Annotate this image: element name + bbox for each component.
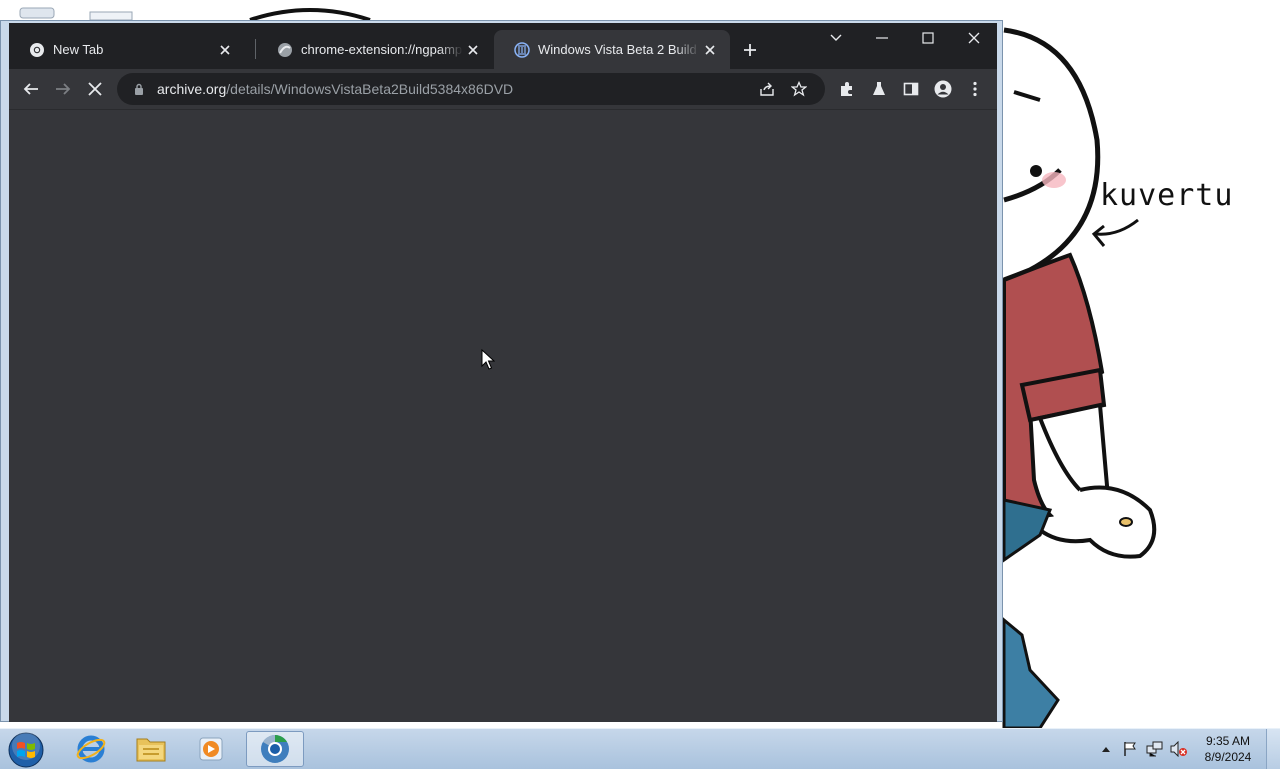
tab-close-icon[interactable] (700, 40, 720, 60)
show-desktop-button[interactable] (1266, 729, 1280, 769)
internet-explorer-icon (76, 735, 106, 763)
stop-loading-button[interactable] (79, 73, 111, 105)
tab-search-button[interactable] (813, 23, 859, 53)
side-panel-button[interactable] (895, 73, 927, 105)
close-icon (88, 82, 102, 96)
chevron-down-icon (830, 34, 842, 41)
volume-tray[interactable] (1168, 729, 1190, 769)
extensions-button[interactable] (831, 73, 863, 105)
browser-window: New Tab chrome-extension://ngpampappnmep… (0, 20, 1003, 722)
show-hidden-icons-button[interactable] (1100, 729, 1112, 769)
more-vert-icon (973, 81, 977, 97)
page-content[interactable] (9, 109, 997, 722)
tab-title: chrome-extension://ngpampappnmepgilojfoh… (301, 42, 463, 57)
share-icon[interactable] (751, 73, 783, 105)
chrome-icon (29, 42, 45, 58)
volume-muted-icon (1170, 741, 1187, 757)
start-button[interactable] (6, 731, 46, 769)
tab-strip: New Tab chrome-extension://ngpampappnmep… (9, 23, 997, 69)
taskbar-clock[interactable]: 9:35 AM 8/9/2024 (1196, 733, 1260, 765)
tab-separator (255, 39, 256, 59)
taskbar-windows-explorer[interactable] (122, 731, 180, 767)
close-window-button[interactable] (951, 23, 997, 53)
arrow-left-icon (23, 83, 38, 95)
network-icon (1146, 741, 1163, 757)
taskbar-media-player[interactable] (182, 731, 240, 767)
tab-close-icon[interactable] (463, 40, 483, 60)
side-panel-icon (903, 82, 919, 96)
arrow-right-icon (56, 83, 71, 95)
profile-button[interactable] (927, 73, 959, 105)
tab-close-icon[interactable] (215, 40, 235, 60)
menu-button[interactable] (959, 73, 991, 105)
minimize-button[interactable] (859, 23, 905, 53)
internet-archive-icon (514, 41, 530, 58)
tab-new-tab[interactable]: New Tab (9, 30, 245, 69)
bookmark-star-icon[interactable] (783, 73, 815, 105)
back-button[interactable] (15, 73, 47, 105)
chevron-up-icon (1102, 747, 1110, 752)
forward-button[interactable] (47, 73, 79, 105)
chrome-frame: New Tab chrome-extension://ngpampappnmep… (9, 23, 997, 722)
taskbar-chrome[interactable] (246, 731, 304, 767)
taskbar-internet-explorer[interactable] (62, 731, 120, 767)
action-center-tray[interactable] (1120, 729, 1140, 769)
mouse-cursor-icon (481, 348, 496, 376)
url-path: /details/WindowsVistaBeta2Build5384x86DV… (226, 81, 514, 97)
extension-icon (277, 42, 293, 58)
new-tab-button[interactable] (737, 37, 763, 63)
maximize-icon (922, 32, 934, 44)
tab-chrome-extension[interactable]: chrome-extension://ngpampappnmepgilojfoh… (257, 30, 493, 69)
minimize-icon (876, 37, 888, 39)
plus-icon (744, 44, 756, 56)
network-tray[interactable] (1144, 729, 1166, 769)
windows-explorer-icon (136, 738, 166, 762)
chrome-icon (261, 735, 289, 763)
address-bar[interactable]: archive.org/details/WindowsVistaBeta2Bui… (117, 73, 825, 105)
flask-icon (873, 82, 885, 95)
tab-title: New Tab (53, 42, 104, 57)
windows-orb-icon (8, 732, 44, 768)
maximize-button[interactable] (905, 23, 951, 53)
tab-windows-vista[interactable]: Windows Vista Beta 2 Build 5384x86DVD (494, 30, 730, 69)
browser-toolbar: archive.org/details/WindowsVistaBeta2Bui… (9, 69, 997, 109)
flag-icon (1124, 742, 1136, 756)
labs-button[interactable] (863, 73, 895, 105)
puzzle-icon (841, 82, 852, 96)
lock-icon (131, 81, 147, 97)
wallpaper-caption: kuvertu (1100, 178, 1234, 213)
clock-date: 8/9/2024 (1204, 750, 1252, 764)
media-player-icon (199, 737, 223, 761)
tab-title: Windows Vista Beta 2 Build 5384x86DVD (538, 42, 700, 57)
url-host: archive.org (157, 81, 227, 97)
clock-time: 9:35 AM (1205, 734, 1251, 748)
close-icon (968, 32, 980, 44)
avatar-icon (934, 80, 952, 98)
taskbar: 9:35 AM 8/9/2024 (0, 728, 1280, 769)
